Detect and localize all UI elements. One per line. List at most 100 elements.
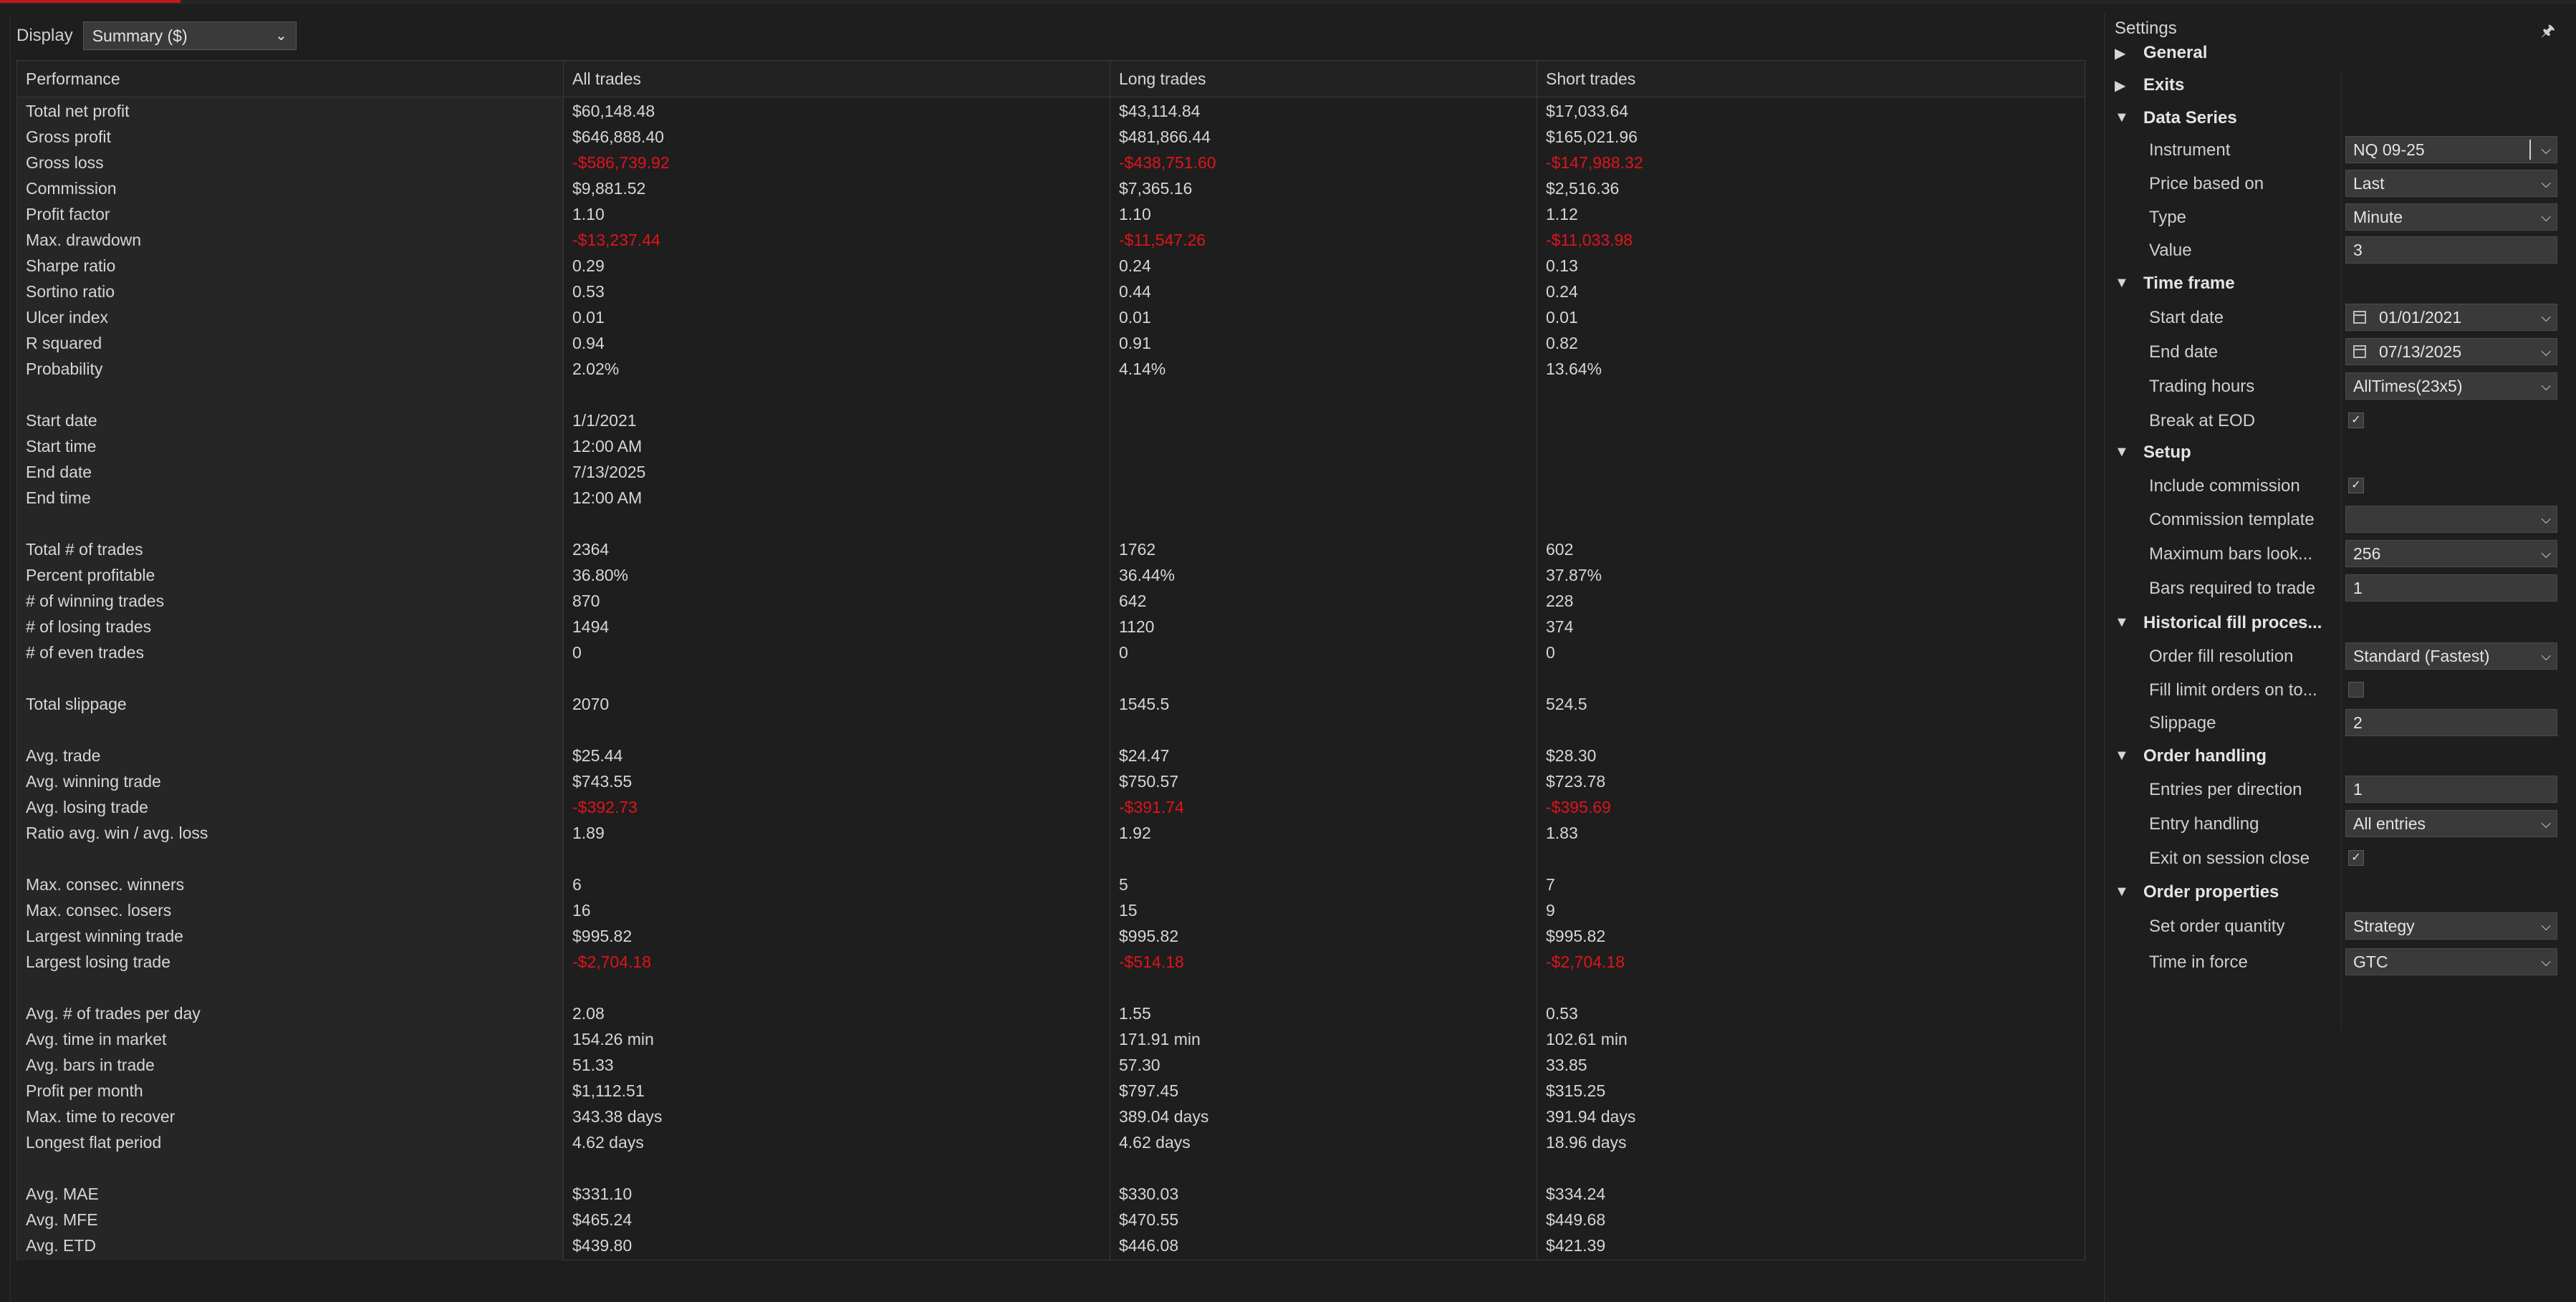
chevron-down-icon[interactable]: ⌵	[2541, 811, 2551, 836]
short-trades-value: 33.85	[1546, 1056, 1587, 1074]
settings-section-setup[interactable]: ▼ Setup	[2105, 437, 2568, 468]
grid-header: Performance All trades Long trades Short…	[17, 61, 2085, 97]
short-trades-value: -$2,704.18	[1546, 953, 1625, 971]
text-field[interactable]: 2	[2345, 709, 2557, 736]
triangle-down-icon[interactable]: ▼	[2115, 748, 2129, 764]
checkbox[interactable]: ✓	[2348, 478, 2364, 493]
column-header-all-trades[interactable]: All trades	[564, 61, 1110, 97]
long-trades-value	[1110, 717, 1119, 743]
text-field[interactable]: 3	[2345, 236, 2557, 264]
row-label: Avg. bars in trade	[26, 1056, 155, 1074]
table-row: Ratio avg. win / avg. loss 1.89 1.92 1.83	[17, 820, 2085, 846]
text-field[interactable]: 1	[2345, 574, 2557, 602]
settings-section-historical-fill-proces[interactable]: ▼ Historical fill proces...	[2105, 607, 2568, 639]
chevron-down-icon[interactable]: ⌵	[2541, 170, 2551, 196]
short-trades-value: 102.61 min	[1546, 1030, 1628, 1048]
all-trades-value: 1494	[572, 617, 610, 636]
chevron-down-icon[interactable]: ⌵	[2541, 949, 2551, 975]
short-trades-value: 0.82	[1546, 334, 1578, 352]
date-picker[interactable]: 07/13/2025 ⌵	[2345, 338, 2557, 365]
checkbox[interactable]	[2348, 682, 2364, 698]
all-trades-value: 1.89	[572, 824, 605, 842]
triangle-down-icon[interactable]: ▼	[2115, 614, 2129, 631]
property-label: Include commission	[2149, 476, 2300, 496]
field-value: 3	[2353, 241, 2363, 259]
property-label: Trading hours	[2149, 377, 2255, 396]
triangle-down-icon[interactable]: ▼	[2115, 275, 2129, 291]
triangle-down-icon[interactable]: ▼	[2115, 110, 2129, 126]
dropdown-field[interactable]: Standard (Fastest) ⌵	[2345, 642, 2557, 670]
all-trades-value: 4.62 days	[572, 1133, 644, 1152]
dropdown-field[interactable]: AllTimes(23x5) ⌵	[2345, 372, 2557, 400]
dropdown-field[interactable]: NQ 09-25 ⌵	[2345, 136, 2557, 163]
date-picker[interactable]: 01/01/2021 ⌵	[2345, 304, 2557, 331]
row-label	[17, 1155, 26, 1181]
row-label	[17, 382, 26, 408]
settings-section-order-handling[interactable]: ▼ Order handling	[2105, 741, 2568, 772]
chevron-down-icon[interactable]: ⌵	[2541, 339, 2551, 365]
calendar-icon[interactable]	[2353, 345, 2366, 358]
long-trades-value: -$11,547.26	[1119, 231, 1206, 249]
triangle-right-icon[interactable]: ▶	[2115, 77, 2125, 95]
checkbox[interactable]: ✓	[2348, 413, 2364, 428]
short-trades-value: 524.5	[1546, 695, 1587, 713]
text-field[interactable]: 1	[2345, 776, 2557, 803]
triangle-down-icon[interactable]: ▼	[2115, 444, 2129, 460]
long-trades-value	[1110, 511, 1119, 536]
display-label: Display	[16, 26, 73, 45]
property-label: Price based on	[2149, 174, 2264, 193]
setting-exit-on-session-close: Exit on session close ✓	[2105, 843, 2568, 874]
long-trades-value	[1110, 665, 1119, 691]
settings-section-general[interactable]: ▶ General	[2105, 37, 2568, 69]
row-label: Probability	[26, 360, 103, 378]
column-header-short-trades[interactable]: Short trades	[1537, 61, 2085, 97]
dropdown-field[interactable]: GTC ⌵	[2345, 948, 2557, 975]
settings-section-order-properties[interactable]: ▼ Order properties	[2105, 877, 2568, 908]
calendar-icon[interactable]	[2353, 311, 2366, 324]
long-trades-value: 4.62 days	[1119, 1133, 1191, 1152]
short-trades-value	[1537, 975, 1546, 1000]
column-header-long-trades[interactable]: Long trades	[1110, 61, 1537, 97]
short-trades-value: 391.94 days	[1546, 1107, 1636, 1126]
checkbox[interactable]: ✓	[2348, 850, 2364, 866]
chevron-down-icon[interactable]: ⌵	[2541, 506, 2551, 532]
dropdown-field[interactable]: Minute ⌵	[2345, 203, 2557, 231]
display-select[interactable]: Summary ($) ⌄	[82, 21, 297, 50]
all-trades-value: -$586,739.92	[572, 153, 670, 172]
triangle-down-icon[interactable]: ▼	[2115, 884, 2129, 900]
field-value: 07/13/2025	[2379, 342, 2462, 361]
row-label: End date	[26, 463, 92, 481]
dropdown-field[interactable]: Last ⌵	[2345, 170, 2557, 197]
long-trades-value: 389.04 days	[1119, 1107, 1209, 1126]
long-trades-value: 642	[1119, 592, 1147, 610]
chevron-down-icon[interactable]: ⌵	[2541, 913, 2551, 939]
settings-section-exits[interactable]: ▶ Exits	[2105, 69, 2568, 101]
dropdown-field[interactable]: ⌵	[2345, 506, 2557, 533]
field-value: Standard (Fastest)	[2353, 647, 2490, 665]
settings-section-time-frame[interactable]: ▼ Time frame	[2105, 268, 2568, 299]
triangle-right-icon[interactable]: ▶	[2115, 44, 2125, 62]
chevron-down-icon[interactable]: ⌵	[2541, 373, 2551, 399]
column-header-performance[interactable]: Performance	[17, 61, 564, 97]
dropdown-field[interactable]: Strategy ⌵	[2345, 912, 2557, 940]
chevron-down-icon[interactable]: ⌵	[2541, 137, 2551, 163]
setting-end-date: End date 07/13/2025 ⌵	[2105, 337, 2568, 368]
short-trades-value: 7	[1546, 875, 1555, 894]
chevron-down-icon[interactable]: ⌵	[2541, 304, 2551, 330]
table-row: Avg. bars in trade 51.33 57.30 33.85	[17, 1052, 2085, 1078]
setting-start-date: Start date 01/01/2021 ⌵	[2105, 302, 2568, 334]
dropdown-field[interactable]: All entries ⌵	[2345, 810, 2557, 837]
dropdown-field[interactable]: 256 ⌵	[2345, 540, 2557, 567]
check-icon: ✓	[2351, 414, 2361, 426]
chevron-down-icon[interactable]: ⌵	[2541, 541, 2551, 566]
setting-price-based-on: Price based on Last ⌵	[2105, 168, 2568, 200]
short-trades-value: 374	[1546, 617, 1574, 636]
all-trades-value	[564, 717, 572, 743]
chevron-down-icon[interactable]: ⌵	[2541, 204, 2551, 230]
short-trades-value: 602	[1546, 540, 1574, 559]
field-value: 2	[2353, 713, 2363, 732]
long-trades-value: 1.10	[1119, 205, 1151, 223]
settings-section-data-series[interactable]: ▼ Data Series	[2105, 102, 2568, 134]
table-row: Avg. ETD $439.80 $446.08 $421.39	[17, 1233, 2085, 1258]
chevron-down-icon[interactable]: ⌵	[2541, 643, 2551, 669]
